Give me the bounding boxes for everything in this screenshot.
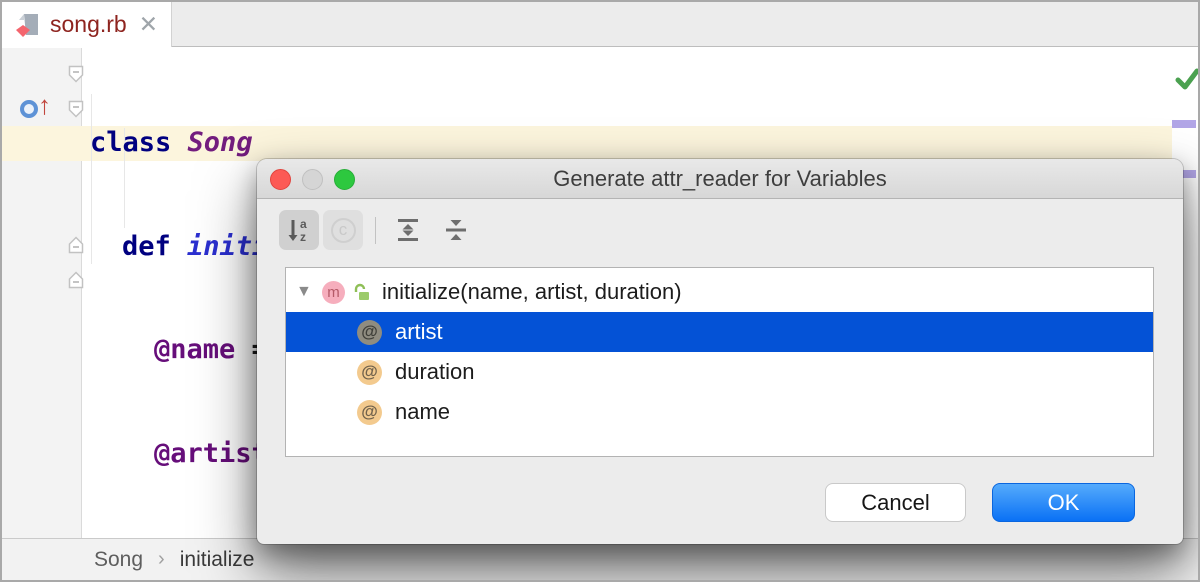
dialog-titlebar[interactable]: Generate attr_reader for Variables xyxy=(257,159,1183,199)
generate-attr-reader-dialog: Generate attr_reader for Variables a z c xyxy=(257,159,1183,544)
breadcrumb-method[interactable]: initialize xyxy=(180,548,255,572)
dialog-title: Generate attr_reader for Variables xyxy=(257,159,1183,199)
variables-tree[interactable]: ▼ m initialize(name, artist, duration) @… xyxy=(285,267,1154,457)
ivar-artist: @artist xyxy=(154,438,268,469)
tree-item-label: name xyxy=(395,399,450,425)
toolbar-separator xyxy=(375,217,376,244)
tree-item-label: duration xyxy=(395,359,475,385)
zoom-button[interactable] xyxy=(334,169,355,190)
public-unlocked-icon xyxy=(352,283,371,302)
ok-button[interactable]: OK xyxy=(992,483,1135,522)
tree-item-label: artist xyxy=(395,319,443,345)
expand-all-button[interactable] xyxy=(388,213,428,247)
tree-row-variable[interactable]: @ name xyxy=(286,392,1153,432)
inspections-ok-check-icon[interactable] xyxy=(1172,64,1200,94)
method-icon: m xyxy=(322,281,345,304)
dialog-toolbar: a z c xyxy=(279,207,484,253)
copy-javadoc-button-disabled: c xyxy=(323,210,363,250)
ide-window: song.rb ✕ ↑ xyxy=(0,0,1200,582)
svg-text:z: z xyxy=(300,230,306,244)
tree-method-label: initialize(name, artist, duration) xyxy=(382,279,682,305)
editor-tab-bar: song.rb ✕ xyxy=(2,2,1198,47)
tree-row-variable-selected[interactable]: @ artist xyxy=(286,312,1153,352)
keyword-def: def xyxy=(122,231,187,262)
collapse-all-button[interactable] xyxy=(436,213,476,247)
chevron-expanded-icon[interactable]: ▼ xyxy=(296,283,322,301)
keyword-class: class xyxy=(90,127,188,158)
usage-stripe-mark[interactable] xyxy=(1172,120,1196,128)
close-button[interactable] xyxy=(270,169,291,190)
svg-text:a: a xyxy=(300,217,307,231)
tree-row-variable[interactable]: @ duration xyxy=(286,352,1153,392)
breadcrumb-class[interactable]: Song xyxy=(94,548,143,572)
tree-row-method[interactable]: ▼ m initialize(name, artist, duration) xyxy=(286,272,1153,312)
ruby-file-icon xyxy=(15,12,41,38)
copy-c-icon: c xyxy=(331,218,356,243)
tab-song-rb[interactable]: song.rb ✕ xyxy=(2,2,172,47)
ivar-name: @name xyxy=(154,334,235,365)
minimize-button[interactable] xyxy=(302,169,323,190)
class-name: Song xyxy=(188,127,253,158)
instance-variable-icon: @ xyxy=(357,360,382,385)
tab-label: song.rb xyxy=(50,11,127,38)
sort-az-icon: a z xyxy=(285,216,313,244)
instance-variable-icon: @ xyxy=(357,400,382,425)
tab-close-icon[interactable]: ✕ xyxy=(139,13,158,36)
code-line-1: class Song xyxy=(2,126,740,161)
cancel-button[interactable]: Cancel xyxy=(825,483,966,522)
breadcrumb-separator-icon: › xyxy=(158,548,165,571)
instance-variable-icon: @ xyxy=(357,320,382,345)
sort-alphabetically-button[interactable]: a z xyxy=(279,210,319,250)
expand-all-icon xyxy=(394,216,422,244)
breadcrumb: Song › initialize xyxy=(2,538,1198,580)
collapse-all-icon xyxy=(442,216,470,244)
